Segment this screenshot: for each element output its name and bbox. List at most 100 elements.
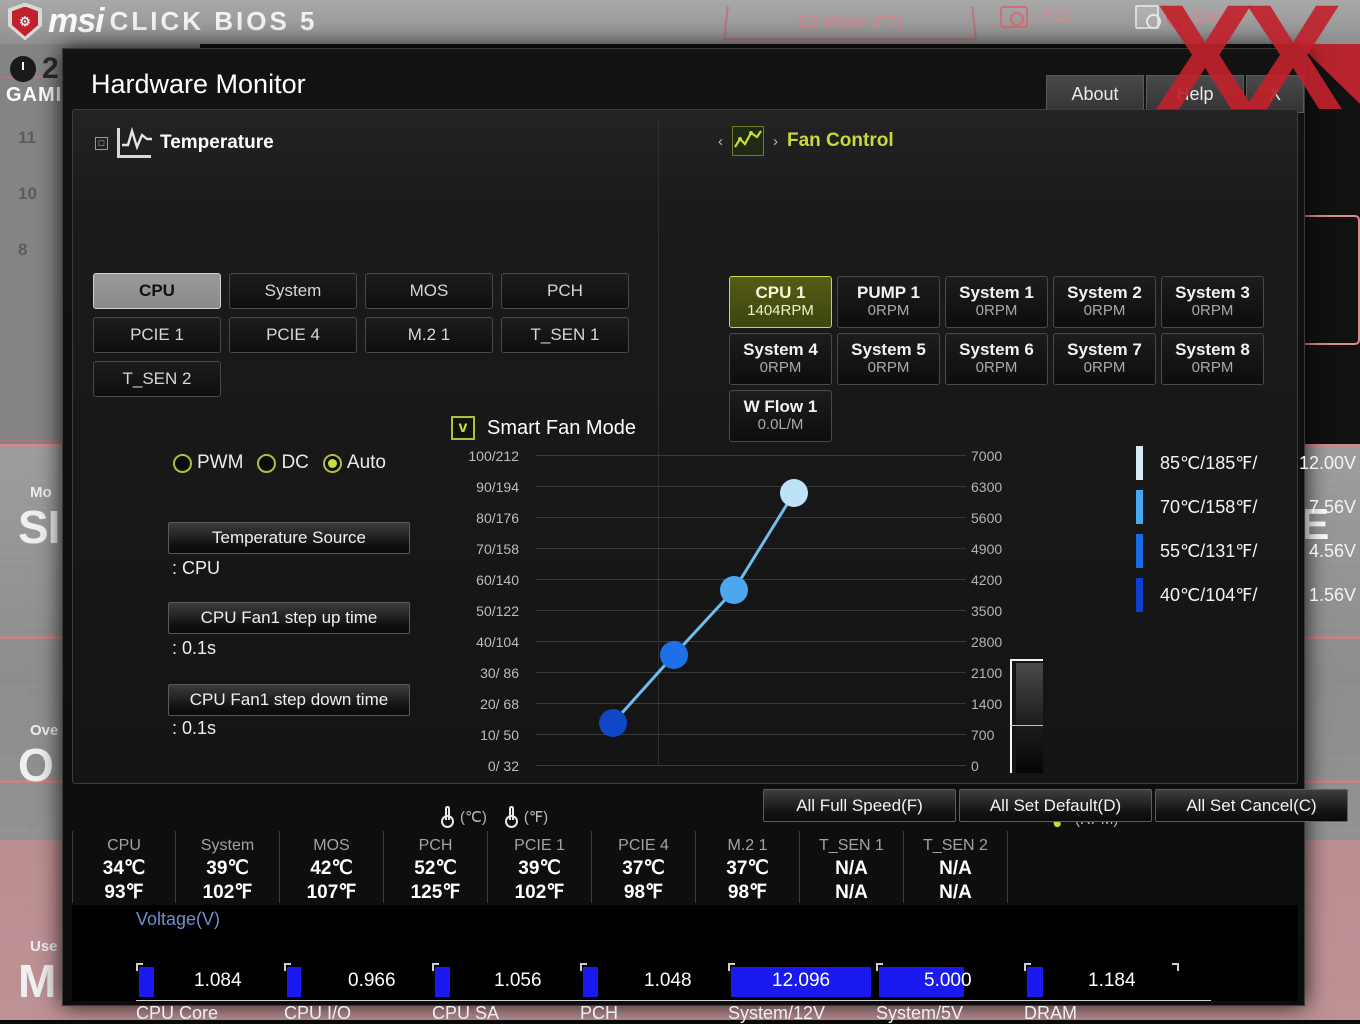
checkmark-icon[interactable]: v [451,416,475,440]
y-tick: 50/122 [476,603,519,619]
temp-sensor-pcie1[interactable]: PCIE 1 [93,317,221,353]
readout-celsius: 34℃ [73,857,175,882]
voltage-bar [139,967,154,997]
search-icon[interactable] [1135,5,1159,29]
temperature-section-header: □ Temperature [95,128,274,158]
temp-readout-system: System 39℃ 102℉ [176,831,280,903]
temperature-source-button[interactable]: Temperature Source [168,522,410,554]
temp-sensor-tsen2[interactable]: T_SEN 2 [93,361,221,397]
temp-sensor-m21[interactable]: M.2 1 [365,317,493,353]
bios-menu-overclock-label: Ove [30,722,58,739]
hardware-monitor-dialog: Hardware Monitor About Help X □ Temperat… [62,48,1305,1006]
temp-sensor-cpu[interactable]: CPU [93,273,221,309]
fan-name: System 8 [1175,341,1250,359]
bios-menu-motherboard-initial: SI [18,500,59,554]
legend-item: 40℃/104℉/ 1.56V [1136,580,1360,610]
rpm-tick: 2100 [971,665,1002,681]
help-button[interactable]: Help [1146,75,1244,113]
voltage-baseline [136,1000,1211,1001]
voltage-label: CPU SA [432,1003,499,1024]
fan-rpm: 0RPM [1192,359,1234,378]
all-set-cancel-button[interactable]: All Set Cancel(C) [1155,789,1348,822]
fan-rpm: 0RPM [1084,359,1126,378]
curve-point-4[interactable] [780,479,808,507]
fan-rpm: 0RPM [868,359,910,378]
readout-fahrenheit: 93℉ [73,881,175,906]
fan-curve-chart[interactable]: 100/212 90/194 80/176 70/158 60/140 50/1… [441,448,1081,793]
dialog-title-buttons: About Help X [1044,75,1304,113]
ez-mode-button[interactable]: EZ Mode (F7) [735,4,965,40]
temp-readout-pcie1: PCIE 1 39℃ 102℉ [488,831,592,903]
fan-button-system8[interactable]: System 8 0RPM [1161,333,1264,385]
fan-button-system2[interactable]: System 2 0RPM [1053,276,1156,328]
voltage-item-system-12v: 12.096 System/12V [728,967,878,1000]
y-tick: 80/176 [476,510,519,526]
screenshot-shortcut[interactable]: : F12 [1000,6,1070,28]
fan-button-system3[interactable]: System 3 0RPM [1161,276,1264,328]
rpm-tick: 700 [971,727,994,743]
legend-item: 55℃/131℉/ 4.56V [1136,536,1360,566]
fan-button-system5[interactable]: System 5 0RPM [837,333,940,385]
rpm-tick: 4900 [971,541,1002,557]
all-set-default-button[interactable]: All Set Default(D) [959,789,1152,822]
fan-button-cpu1[interactable]: CPU 1 1404RPM [729,276,832,328]
radio-dc[interactable] [257,454,276,473]
fan-button-wflow1[interactable]: W Flow 1 0.0L/M [729,390,832,442]
temp-sensor-system[interactable]: System [229,273,357,309]
radio-pwm[interactable] [173,454,192,473]
legend-voltage: 7.56V [1286,497,1356,518]
fan-button-system1[interactable]: System 1 0RPM [945,276,1048,328]
voltage-label: System/12V [728,1003,825,1024]
temp-sensor-pch[interactable]: PCH [501,273,629,309]
fan-curve-line [536,448,966,783]
voltage-value: 5.000 [924,970,972,992]
about-button[interactable]: About [1046,75,1144,113]
fan-button-pump1[interactable]: PUMP 1 0RPM [837,276,940,328]
voltage-value: 1.184 [1088,970,1136,992]
fan-name: System 1 [959,284,1034,302]
chevron-left-icon[interactable]: ‹ [718,133,723,150]
bios-dimm-number: 11 [18,128,37,148]
legend-swatch [1136,446,1143,480]
temp-sensor-pcie4[interactable]: PCIE 4 [229,317,357,353]
chart-plot-area[interactable] [536,448,966,783]
fan-name: System 6 [959,341,1034,359]
fan-rpm: 0RPM [1192,302,1234,321]
bios-menu-user-initial: M [18,954,55,1008]
fan-name: PUMP 1 [857,284,920,302]
fan-name: System 3 [1175,284,1250,302]
readout-celsius: N/A [800,857,903,882]
y-tick: 70/158 [476,541,519,557]
voltage-value: 1.056 [494,970,542,992]
step-down-time-button[interactable]: CPU Fan1 step down time [168,684,410,716]
fan-button-system6[interactable]: System 6 0RPM [945,333,1048,385]
fan-button-system7[interactable]: System 7 0RPM [1053,333,1156,385]
voltage-bar [287,967,301,997]
voltage-label: DRAM [1024,1003,1077,1024]
language-selector[interactable]: English [1135,5,1245,29]
curve-point-3[interactable] [720,576,748,604]
dialog-title: Hardware Monitor [91,69,306,100]
temp-readout-pch: PCH 52℃ 125℉ [384,831,488,903]
legend-swatch [1136,490,1143,524]
radio-auto[interactable] [323,454,342,473]
close-button[interactable]: X [1246,75,1304,113]
all-full-speed-button[interactable]: All Full Speed(F) [763,789,956,822]
temp-sensor-mos[interactable]: MOS [365,273,493,309]
curve-point-2[interactable] [660,641,688,669]
expand-checkbox-icon[interactable]: □ [95,137,108,150]
y-tick: 90/194 [476,479,519,495]
y-tick: 60/140 [476,572,519,588]
step-up-time-button[interactable]: CPU Fan1 step up time [168,602,410,634]
voltage-label: System/5V [876,1003,963,1024]
curve-point-1[interactable] [599,709,627,737]
fahrenheit-unit-label: (℉) [524,808,548,826]
legend-temp: 70℃/158℉/ [1160,497,1286,518]
temp-sensor-tsen1[interactable]: T_SEN 1 [501,317,629,353]
legend-voltage: 4.56V [1286,541,1356,562]
chevron-right-icon[interactable]: › [773,133,778,150]
voltage-label: CPU Core [136,1003,218,1024]
smart-fan-mode-toggle[interactable]: v Smart Fan Mode [451,416,636,440]
fan-button-system4[interactable]: System 4 0RPM [729,333,832,385]
voltage-section-title: Voltage(V) [136,909,220,930]
